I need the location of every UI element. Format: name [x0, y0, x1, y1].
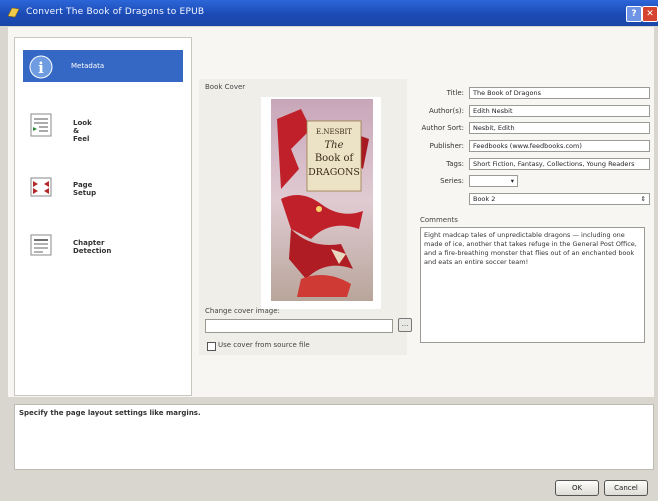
tags-field[interactable]: Short Fiction, Fantasy, Collections, You… [469, 158, 650, 170]
sidebar-item-chapter-detection[interactable]: Chapter Detection [23, 228, 183, 260]
browse-button[interactable]: ... [398, 318, 412, 332]
svg-text:i: i [38, 59, 44, 77]
sidebar-item-label: Chapter Detection [73, 239, 112, 255]
book-number-spinbox[interactable]: Book 2 ⇕ [469, 193, 650, 205]
book-cover-label: Book Cover [205, 83, 246, 91]
cancel-button[interactable]: Cancel [604, 480, 648, 496]
title-field[interactable]: The Book of Dragons [469, 87, 650, 99]
cover-panel: Book Cover E.NESBIT The Book of DRAGONS … [199, 79, 412, 355]
title-label: Title: [446, 89, 464, 97]
sidebar-item-page-setup[interactable]: Page Setup [23, 170, 183, 202]
book-title-line-2: Book of [315, 153, 355, 164]
sidebar-item-label: Metadata [71, 62, 105, 70]
book-number-value: Book 2 [473, 195, 496, 203]
book-title-line-1: The [324, 140, 343, 151]
authors-label: Author(s): [428, 107, 464, 115]
look-feel-icon [30, 113, 52, 137]
comments-textarea[interactable]: Eight madcap tales of unpredictable drag… [420, 227, 645, 343]
ok-button[interactable]: OK [555, 480, 599, 496]
series-label: Series: [440, 177, 464, 185]
book-author-text: E.NESBIT [316, 128, 352, 136]
book-cover-image: E.NESBIT The Book of DRAGONS [271, 99, 373, 301]
use-source-cover-checkbox[interactable] [207, 342, 216, 351]
sidebar-item-metadata[interactable]: i Metadata [23, 50, 183, 82]
spin-arrows-icon[interactable]: ⇕ [641, 194, 646, 204]
info-icon: i [29, 55, 53, 79]
help-button[interactable]: ? [626, 6, 642, 22]
use-source-cover-label: Use cover from source file [218, 341, 310, 349]
book-title-line-3: DRAGONS [308, 167, 360, 178]
chapter-icon [30, 234, 52, 256]
sidebar-item-label: Look & Feel [73, 119, 92, 143]
title-bar: Convert The Book of Dragons to EPUB ? ✕ [0, 0, 658, 26]
sidebar-item-label: Page Setup [73, 181, 97, 197]
help-panel: Specify the page layout settings like ma… [14, 404, 654, 470]
help-text: Specify the page layout settings like ma… [19, 409, 201, 417]
app-icon [7, 7, 20, 18]
tags-label: Tags: [446, 160, 464, 168]
cover-path-input[interactable] [205, 319, 393, 333]
page-setup-icon [30, 177, 52, 197]
window-title: Convert The Book of Dragons to EPUB [26, 7, 205, 17]
sidebar-item-look-feel[interactable]: Look & Feel [23, 108, 183, 143]
author-sort-label: Author Sort: [421, 124, 465, 132]
close-button[interactable]: ✕ [642, 6, 658, 22]
publisher-field[interactable]: Feedbooks (www.feedbooks.com) [469, 140, 650, 152]
author-sort-field[interactable]: Nesbit, Edith [469, 122, 650, 134]
comments-label: Comments [420, 216, 458, 224]
series-select[interactable]: ▾ [469, 175, 518, 187]
sidebar: i Metadata Look & Feel Page Setup Chapte… [14, 37, 192, 396]
authors-field[interactable]: Edith Nesbit [469, 105, 650, 117]
chevron-down-icon: ▾ [510, 177, 514, 185]
publisher-label: Publisher: [429, 142, 464, 150]
change-cover-label: Change cover image: [205, 307, 280, 315]
